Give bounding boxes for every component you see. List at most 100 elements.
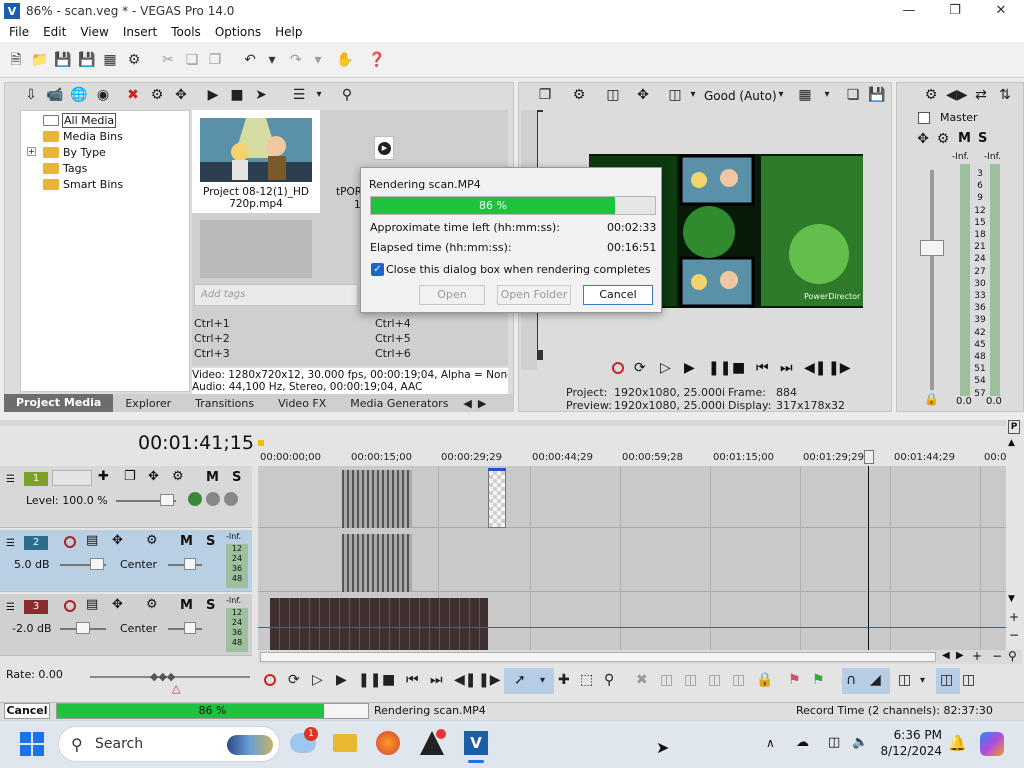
track-fx-icon[interactable]: ✥ bbox=[112, 597, 123, 612]
preview-quality[interactable]: Good (Auto) bbox=[704, 89, 777, 103]
insert-region-icon[interactable]: ⚑ bbox=[812, 672, 825, 688]
track-fx-icon[interactable]: ✥ bbox=[112, 533, 123, 548]
timeline-time-display[interactable]: 00:01:41;15 bbox=[138, 432, 254, 454]
tab-video-fx[interactable]: Video FX bbox=[266, 397, 338, 410]
master-insert-fx-icon[interactable]: ✥ bbox=[914, 130, 932, 148]
loop-playback-icon[interactable]: ⟳ bbox=[288, 672, 300, 688]
volume-slider-handle[interactable] bbox=[90, 558, 104, 570]
stop-icon[interactable]: ■ bbox=[732, 360, 745, 376]
split-view-dropdown-icon[interactable]: ▾ bbox=[684, 86, 702, 104]
track-motion-icon[interactable]: ❐ bbox=[124, 469, 136, 484]
expand-by-type-icon[interactable]: + bbox=[27, 147, 36, 156]
open-button[interactable]: Open bbox=[419, 285, 485, 305]
pan-slider-handle[interactable] bbox=[184, 622, 196, 634]
solo-button-3[interactable]: S bbox=[206, 598, 215, 613]
open-icon[interactable]: 📁 bbox=[31, 52, 48, 68]
track-fx-icon[interactable]: ✥ bbox=[148, 469, 159, 484]
undo-icon[interactable]: ↶ bbox=[242, 52, 258, 68]
taskbar-time[interactable]: 6:36 PM bbox=[884, 728, 942, 742]
master-solo-button[interactable]: S bbox=[978, 131, 987, 146]
redo-icon[interactable]: ↷ bbox=[288, 52, 304, 68]
windows-start-icon[interactable] bbox=[20, 732, 44, 756]
zoom-in-vertical-icon[interactable]: + bbox=[1009, 610, 1019, 624]
zoom-edit-tool-icon[interactable]: ⚲ bbox=[604, 672, 614, 688]
record-icon[interactable] bbox=[612, 362, 624, 374]
display-icon[interactable]: ◫ bbox=[828, 735, 840, 750]
track-header-2[interactable]: ☰ 2 ▤ ✥ ⚙ M S 5.0 dB Center -Inf. 12 24 … bbox=[0, 530, 252, 592]
compositing-mode-icon[interactable]: ✚ bbox=[98, 469, 109, 484]
menu-insert[interactable]: Insert bbox=[116, 25, 164, 39]
insert-marker-icon[interactable]: ⚑ bbox=[788, 672, 801, 688]
media-properties-icon[interactable]: ✥ bbox=[172, 86, 190, 104]
tab-explorer[interactable]: Explorer bbox=[113, 397, 183, 410]
stop-icon[interactable]: ■ bbox=[382, 672, 395, 688]
stop-preview-icon[interactable]: ■ bbox=[228, 86, 246, 104]
tab-transitions[interactable]: Transitions bbox=[183, 397, 266, 410]
menu-help[interactable]: Help bbox=[268, 25, 309, 39]
master-mute-button[interactable]: M bbox=[958, 131, 971, 146]
level-slider-handle[interactable] bbox=[160, 494, 174, 506]
playhead-handle[interactable] bbox=[864, 450, 874, 464]
go-to-start-icon[interactable]: ⏮ bbox=[406, 672, 419, 688]
play-icon[interactable]: ▶ bbox=[684, 360, 695, 376]
ignore-grouping-icon[interactable]: ◫ bbox=[962, 672, 975, 688]
mute-button-2[interactable]: M bbox=[180, 534, 193, 549]
network-off-icon[interactable]: ☁ bbox=[796, 735, 809, 750]
menu-options[interactable]: Options bbox=[208, 25, 268, 39]
timeline-ruler[interactable]: 00:00:00;00 00:00:15;00 00:00:29;29 00:00:4… bbox=[258, 448, 1006, 466]
audio-event-cluster[interactable] bbox=[342, 534, 412, 592]
audio-event-track3[interactable] bbox=[270, 598, 488, 650]
taskbar-search-box[interactable]: ⚲ Search bbox=[58, 726, 280, 762]
clip2-file-icon[interactable]: ▶ bbox=[374, 136, 394, 160]
solo-button-2[interactable]: S bbox=[206, 534, 215, 549]
minimize-button[interactable]: — bbox=[886, 0, 932, 22]
preview-fx-gear-icon[interactable]: ⚙ bbox=[570, 86, 588, 104]
remove-media-icon[interactable]: ✖ bbox=[124, 86, 142, 104]
tree-item-media-bins[interactable]: Media Bins bbox=[43, 128, 123, 144]
pause-icon[interactable]: ❚❚ bbox=[708, 360, 731, 376]
split-view-icon[interactable]: ◫ bbox=[666, 86, 684, 104]
zoom-out-horizontal-icon[interactable]: − bbox=[992, 649, 1002, 663]
play-from-start-icon[interactable]: ▷ bbox=[312, 672, 323, 688]
go-to-end-icon[interactable]: ⏭ bbox=[780, 360, 793, 376]
tab-media-generators[interactable]: Media Generators bbox=[338, 397, 460, 410]
playhead-cursor[interactable] bbox=[868, 466, 869, 650]
trim-end-icon[interactable]: ◫ bbox=[708, 672, 721, 688]
auto-preview-icon[interactable]: ➤ bbox=[252, 86, 270, 104]
zoom-out-vertical-icon[interactable]: − bbox=[1009, 628, 1019, 642]
track-header-3[interactable]: ☰ 3 ▤ ✥ ⚙ M S -2.0 dB Center -Inf. 12 24… bbox=[0, 594, 252, 656]
next-frame-icon[interactable]: ❚▶ bbox=[828, 360, 851, 376]
edit-tool-icon[interactable]: ✋ bbox=[336, 52, 353, 68]
invert-phase-icon[interactable]: ▤ bbox=[86, 597, 98, 612]
arm-record-icon[interactable] bbox=[64, 536, 76, 548]
track-collapse-icon[interactable]: ☰ bbox=[6, 474, 15, 485]
tree-item-tags[interactable]: Tags bbox=[43, 160, 87, 176]
save-snapshot-icon[interactable]: 💾 bbox=[868, 86, 886, 104]
views-icon[interactable]: ☰ bbox=[290, 86, 308, 104]
scrollbar-thumb[interactable] bbox=[260, 652, 936, 662]
volume-icon[interactable]: 🔈 bbox=[852, 735, 868, 750]
snapping-magnet-icon[interactable]: ∩ bbox=[846, 672, 856, 688]
trim-icon[interactable]: ◫ bbox=[660, 672, 673, 688]
make-parent-icon[interactable] bbox=[206, 492, 220, 506]
scroll-right-icon[interactable]: ▶ bbox=[956, 650, 964, 661]
taskbar-date[interactable]: 8/12/2024 bbox=[878, 744, 942, 758]
views-dropdown-icon[interactable]: ▾ bbox=[310, 86, 328, 104]
copilot-icon[interactable] bbox=[980, 732, 1004, 756]
close-on-complete-checkbox[interactable]: ✓ bbox=[371, 263, 384, 276]
whats-this-help-icon[interactable]: ❓ bbox=[368, 52, 385, 68]
master-fader-handle[interactable] bbox=[920, 240, 944, 256]
paste-icon[interactable]: ❐ bbox=[207, 52, 223, 68]
solo-button-1[interactable]: S bbox=[232, 470, 241, 485]
external-monitor-icon[interactable]: ◫ bbox=[604, 86, 622, 104]
master-lock-icon[interactable]: 🔒 bbox=[924, 392, 939, 406]
pan-slider-handle[interactable] bbox=[184, 558, 196, 570]
loop-playback-icon[interactable]: ⟳ bbox=[634, 360, 646, 376]
lock-envelopes-icon[interactable]: ◫ bbox=[940, 672, 953, 688]
import-media-icon[interactable]: ⇩ bbox=[22, 86, 40, 104]
play-from-start-icon[interactable]: ▷ bbox=[660, 360, 671, 376]
menu-tools[interactable]: Tools bbox=[164, 25, 208, 39]
menu-file[interactable]: File bbox=[2, 25, 36, 39]
cut-icon[interactable]: ✂ bbox=[160, 52, 176, 68]
track-collapse-icon[interactable]: ☰ bbox=[6, 602, 15, 613]
